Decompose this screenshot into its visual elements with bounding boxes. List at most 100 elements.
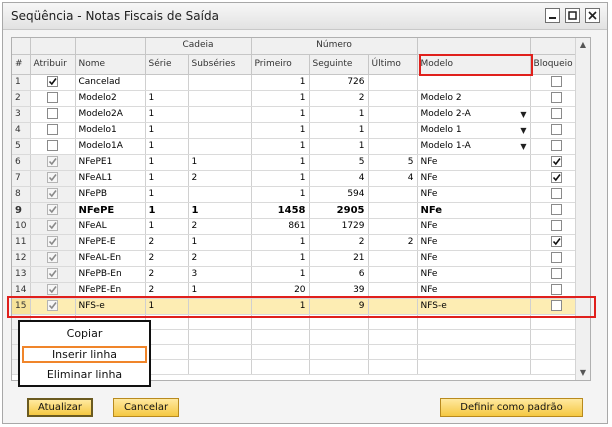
- column-header-num[interactable]: #: [12, 54, 31, 75]
- nome-cell[interactable]: NFeAL1: [75, 170, 146, 187]
- bloqueio-checkbox[interactable]: [550, 75, 562, 87]
- bloqueio-checkbox[interactable]: [550, 107, 562, 119]
- primeiro-cell[interactable]: 1: [251, 106, 310, 123]
- nome-cell[interactable]: NFePE1: [75, 154, 146, 171]
- primeiro-cell[interactable]: 1: [251, 74, 310, 91]
- cancel-button[interactable]: Cancelar: [113, 398, 179, 417]
- table-row[interactable]: 7 NFeAL1 1 2 1 4 4 NFe: [12, 170, 583, 187]
- ultimo-cell[interactable]: 2: [368, 234, 418, 251]
- atribuir-checkbox[interactable]: [47, 123, 58, 135]
- table-row[interactable]: 12 NFeAL-En 2 2 1 21 NFe: [12, 250, 583, 267]
- modelo-cell[interactable]: Modelo 2-A ▼: [417, 106, 531, 123]
- atribuir-checkbox[interactable]: [47, 107, 58, 119]
- modelo-cell[interactable]: NFe: [417, 266, 531, 283]
- column-header-primeiro[interactable]: Primeiro: [251, 54, 310, 75]
- seguinte-cell[interactable]: 4: [309, 170, 369, 187]
- table-row[interactable]: 5 Modelo1A 1 1 1 Modelo 1-A ▼: [12, 138, 583, 155]
- ultimo-cell[interactable]: 5: [368, 154, 418, 171]
- modelo-cell[interactable]: NFe: [417, 218, 531, 235]
- subseries-cell[interactable]: [188, 90, 252, 107]
- seguinte-cell[interactable]: 1: [309, 106, 369, 123]
- bloqueio-checkbox[interactable]: [550, 123, 562, 135]
- atribuir-cell[interactable]: [30, 138, 76, 155]
- primeiro-cell[interactable]: 1458: [251, 202, 310, 219]
- row-number[interactable]: 5: [12, 138, 31, 155]
- seguinte-cell[interactable]: 1729: [309, 218, 369, 235]
- seguinte-cell[interactable]: 21: [309, 250, 369, 267]
- bloqueio-checkbox[interactable]: [550, 219, 562, 231]
- bloqueio-checkbox[interactable]: [550, 204, 562, 215]
- serie-cell[interactable]: 1: [145, 154, 189, 171]
- menu-item-copiar[interactable]: Copiar: [22, 325, 147, 342]
- atribuir-cell[interactable]: [30, 90, 76, 107]
- nome-cell[interactable]: Modelo1: [75, 122, 146, 139]
- column-header-seguinte[interactable]: Seguinte: [309, 54, 369, 75]
- column-header-nome[interactable]: Nome: [75, 54, 146, 75]
- subseries-cell[interactable]: [188, 138, 252, 155]
- dropdown-arrow-icon[interactable]: ▼: [520, 123, 526, 138]
- modelo-cell[interactable]: Modelo 1 ▼: [417, 122, 531, 139]
- scroll-up-icon[interactable]: ▲: [576, 38, 590, 52]
- serie-cell[interactable]: 1: [145, 218, 189, 235]
- subseries-cell[interactable]: 1: [188, 234, 252, 251]
- table-row[interactable]: 2 Modelo2 1 1 2 Modelo 2: [12, 90, 583, 107]
- seguinte-cell[interactable]: 594: [309, 186, 369, 203]
- dropdown-arrow-icon[interactable]: ▼: [520, 139, 526, 154]
- subseries-cell[interactable]: 2: [188, 218, 252, 235]
- column-header-subseries[interactable]: Subséries: [188, 54, 252, 75]
- serie-cell[interactable]: 1: [145, 170, 189, 187]
- subseries-cell[interactable]: 3: [188, 266, 252, 283]
- maximize-icon[interactable]: [565, 8, 580, 23]
- bloqueio-checkbox[interactable]: [550, 91, 562, 103]
- table-row[interactable]: 3 Modelo2A 1 1 1 Modelo 2-A ▼: [12, 106, 583, 123]
- scroll-down-icon[interactable]: ▼: [576, 366, 590, 380]
- serie-cell[interactable]: 2: [145, 250, 189, 267]
- ultimo-cell[interactable]: [368, 186, 418, 203]
- modelo-cell[interactable]: NFe: [417, 250, 531, 267]
- subseries-cell[interactable]: [188, 74, 252, 91]
- table-row[interactable]: 13 NFePB-En 2 3 1 6 NFe: [12, 266, 583, 283]
- bloqueio-checkbox[interactable]: [550, 139, 562, 151]
- modelo-cell[interactable]: NFe: [417, 202, 531, 219]
- row-number[interactable]: 6: [12, 154, 31, 171]
- column-header-ultimo[interactable]: Último: [368, 54, 418, 75]
- ultimo-cell[interactable]: [368, 90, 418, 107]
- nome-cell[interactable]: NFePE-E: [75, 234, 146, 251]
- primeiro-cell[interactable]: 1: [251, 186, 310, 203]
- nome-cell[interactable]: Cancelad: [75, 74, 146, 91]
- atribuir-cell[interactable]: [30, 74, 76, 91]
- primeiro-cell[interactable]: 1: [251, 234, 310, 251]
- serie-cell[interactable]: 1: [145, 122, 189, 139]
- primeiro-cell[interactable]: 861: [251, 218, 310, 235]
- table-row[interactable]: 8 NFePB 1 1 594 NFe: [12, 186, 583, 203]
- row-number[interactable]: 11: [12, 234, 31, 251]
- serie-cell[interactable]: [145, 74, 189, 91]
- row-number[interactable]: 9: [12, 202, 31, 219]
- modelo-cell[interactable]: NFe: [417, 186, 531, 203]
- subseries-cell[interactable]: 1: [188, 154, 252, 171]
- vertical-scrollbar[interactable]: ▲ ▼: [575, 38, 590, 380]
- primeiro-cell[interactable]: 1: [251, 154, 310, 171]
- dropdown-arrow-icon[interactable]: ▼: [520, 107, 526, 122]
- modelo-cell[interactable]: Modelo 2: [417, 90, 531, 107]
- seguinte-cell[interactable]: 5: [309, 154, 369, 171]
- subseries-cell[interactable]: 1: [188, 202, 252, 219]
- ultimo-cell[interactable]: [368, 218, 418, 235]
- ultimo-cell[interactable]: [368, 138, 418, 155]
- nome-cell[interactable]: Modelo2: [75, 90, 146, 107]
- serie-cell[interactable]: 2: [145, 266, 189, 283]
- row-number[interactable]: 8: [12, 186, 31, 203]
- minimize-icon[interactable]: [545, 8, 560, 23]
- nome-cell[interactable]: NFeAL: [75, 218, 146, 235]
- modelo-cell[interactable]: NFe: [417, 154, 531, 171]
- subseries-cell[interactable]: 2: [188, 250, 252, 267]
- primeiro-cell[interactable]: 1: [251, 250, 310, 267]
- bloqueio-checkbox[interactable]: [550, 155, 562, 167]
- table-row[interactable]: 11 NFePE-E 2 1 1 2 2 NFe: [12, 234, 583, 251]
- update-button[interactable]: Atualizar: [27, 398, 93, 417]
- table-row[interactable]: 1 Cancelad 1 726: [12, 74, 583, 91]
- subseries-cell[interactable]: [188, 186, 252, 203]
- primeiro-cell[interactable]: 1: [251, 138, 310, 155]
- atribuir-checkbox[interactable]: [47, 75, 58, 87]
- atribuir-cell[interactable]: [30, 122, 76, 139]
